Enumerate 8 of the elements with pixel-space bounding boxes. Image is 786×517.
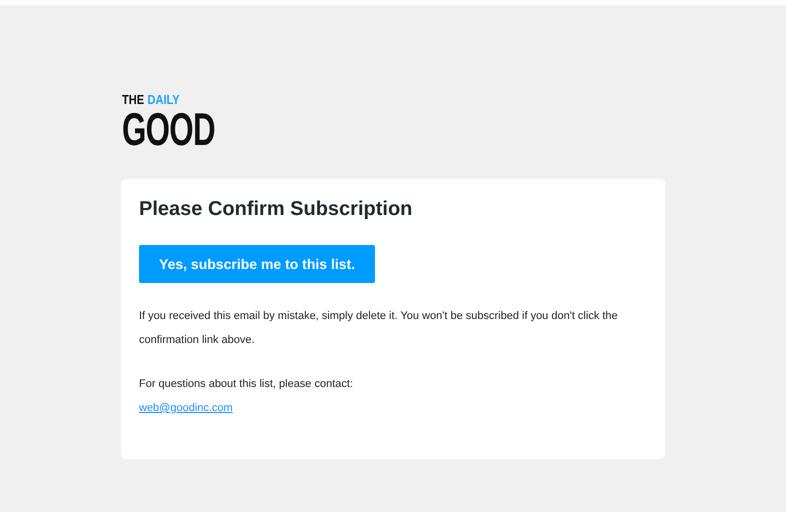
card-title: Please Confirm Subscription — [139, 197, 414, 221]
contact-text: For questions about this list, please contact: — [139, 377, 354, 392]
logo-text: GOOD — [122, 107, 215, 151]
notice-text: If you received this email by mistake, simply delete it. You won't be subscribed if you don't click the confirmation link above. — [139, 309, 619, 348]
subscribe-button[interactable]: Yes, subscribe me to this list. — [139, 245, 376, 283]
email-link[interactable]: web@goodinc.com — [139, 396, 233, 420]
logo-text: DAILY — [148, 93, 180, 106]
logo-text: THE — [122, 93, 144, 106]
